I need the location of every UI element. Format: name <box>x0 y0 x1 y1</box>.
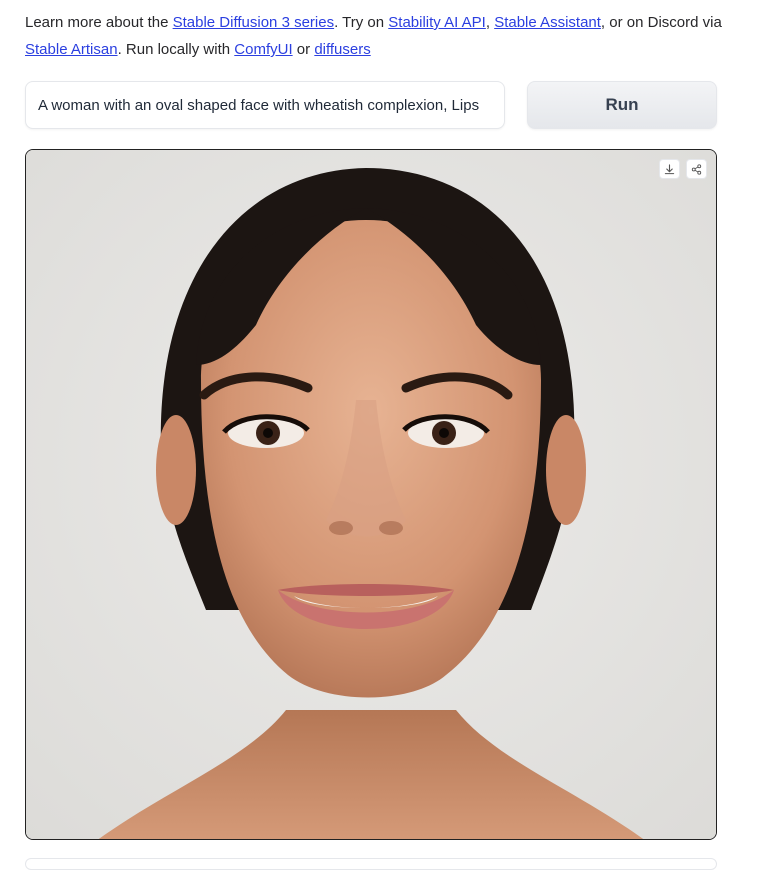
result-image-panel <box>25 149 717 840</box>
share-icon <box>691 163 702 175</box>
advanced-settings-panel-edge <box>25 858 717 870</box>
link-comfyui[interactable]: ComfyUI <box>234 41 292 58</box>
share-button[interactable] <box>686 159 707 179</box>
generated-image <box>26 150 716 839</box>
intro-text-4: , or on Discord via <box>600 14 722 31</box>
download-button[interactable] <box>659 159 680 179</box>
intro-text-3: , <box>485 14 495 31</box>
link-diffusers[interactable]: diffusers <box>314 41 370 58</box>
link-stable-assistant[interactable]: Stable Assistant <box>494 14 601 31</box>
prompt-input[interactable] <box>26 82 504 128</box>
intro-text-1: Learn more about the <box>25 14 173 31</box>
prompt-field[interactable] <box>25 81 505 129</box>
intro-text-2: . Try on <box>334 14 389 31</box>
link-stable-artisan[interactable]: Stable Artisan <box>25 41 118 58</box>
intro-text-5: . Run locally with <box>117 41 235 58</box>
link-stable-diffusion-3-series[interactable]: Stable Diffusion 3 series <box>173 14 334 31</box>
run-button[interactable]: Run <box>527 81 717 129</box>
download-icon <box>664 163 675 174</box>
intro-text-6: or <box>292 41 315 58</box>
intro-text: Learn more about the Stable Diffusion 3 … <box>25 9 745 63</box>
link-stability-ai-api[interactable]: Stability AI API <box>388 14 486 31</box>
